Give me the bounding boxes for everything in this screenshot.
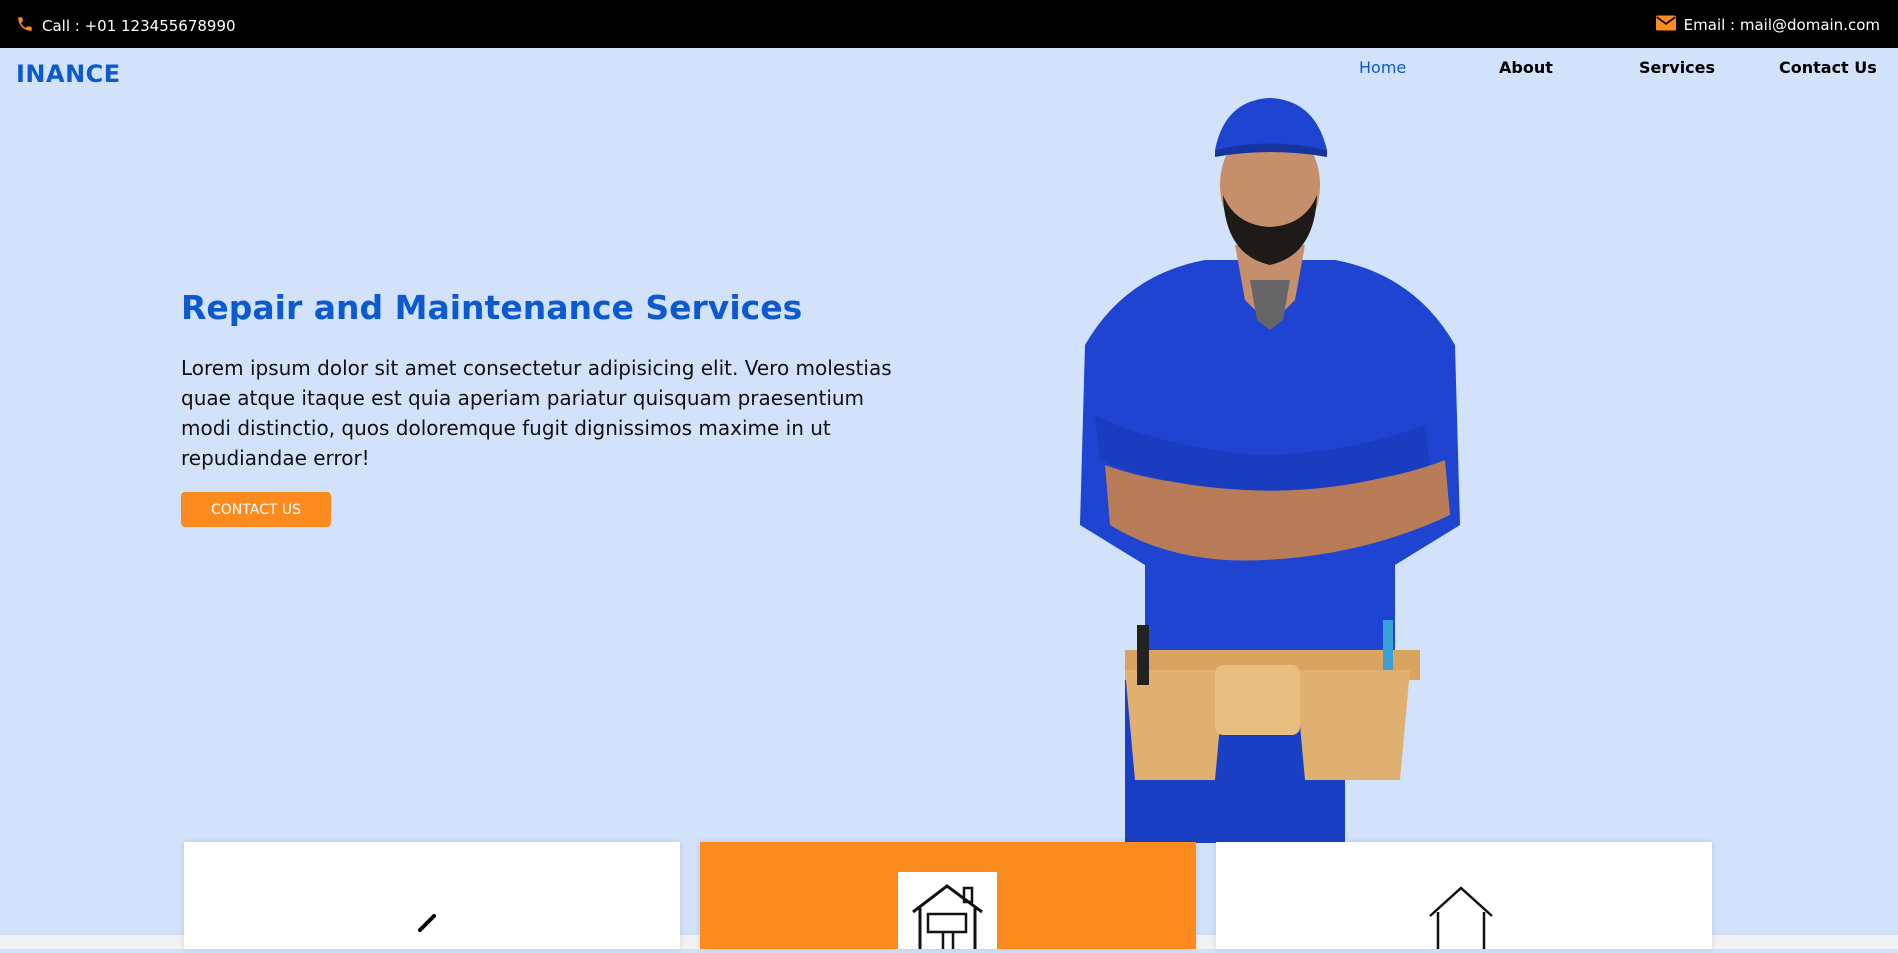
top-contact-bar: Call : +01 123455678990 Email : mail@dom… [0, 0, 1898, 48]
hero-description: Lorem ipsum dolor sit amet consectetur a… [181, 356, 892, 470]
nav-item-contact-us[interactable]: Contact Us [1779, 58, 1877, 77]
call-text: Call : +01 123455678990 [42, 17, 236, 35]
paintbrush-icon [416, 910, 438, 936]
service-card-2[interactable] [700, 842, 1196, 949]
email-info[interactable]: Email : mail@domain.com [1655, 15, 1880, 35]
phone-icon [16, 15, 34, 37]
contact-us-button[interactable]: CONTACT US [181, 492, 331, 527]
envelope-icon [1655, 15, 1676, 35]
house-icon [1426, 884, 1496, 953]
nav-item-services[interactable]: Services [1639, 58, 1715, 77]
nav-item-home[interactable]: Home [1359, 58, 1406, 77]
main-nav: Home About Services Contact Us [0, 58, 1898, 82]
house-repair-icon [898, 872, 997, 949]
service-card-3[interactable] [1216, 842, 1712, 949]
service-card-1[interactable] [184, 842, 680, 949]
email-text: Email : mail@domain.com [1683, 16, 1880, 34]
hero-title: Repair and Maintenance Services [181, 288, 803, 327]
nav-item-about[interactable]: About [1499, 58, 1553, 77]
call-info[interactable]: Call : +01 123455678990 [16, 15, 236, 37]
repairman-image [1080, 98, 1460, 843]
